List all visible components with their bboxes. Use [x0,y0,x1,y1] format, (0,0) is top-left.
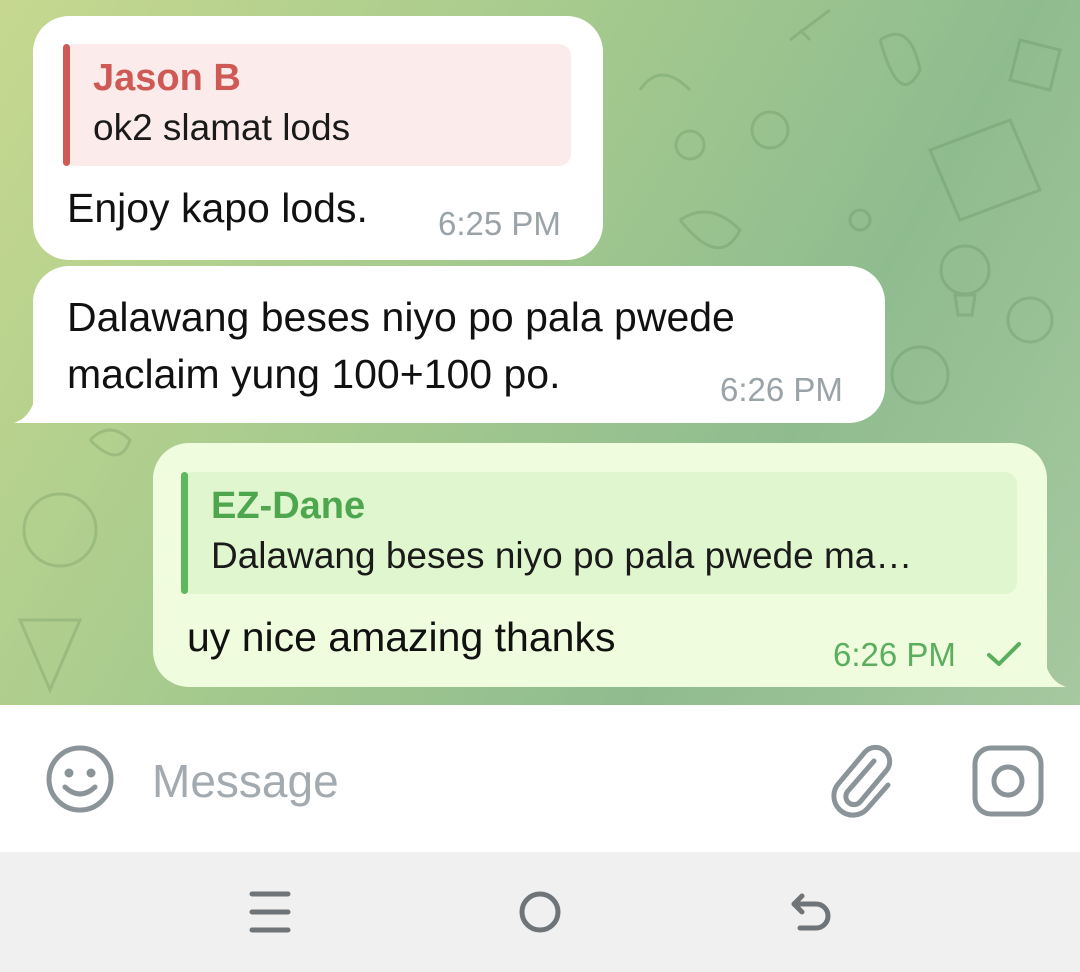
message-text: Enjoy kapo lods. [67,185,368,231]
paperclip-icon[interactable] [828,739,900,823]
system-navigation-bar [0,852,1080,972]
message-input[interactable]: Message [152,753,339,809]
sent-check-icon [987,642,1021,666]
reply-quoted-text: Dalawang beses niyo po pala pwede ma… [211,535,913,576]
message-time: 6:25 PM [438,205,561,242]
bubble-tail [1036,657,1066,687]
telegram-chat-screen: Jason B ok2 slamat lods Enjoy kapo lods.… [0,0,1080,972]
menu-icon[interactable] [248,888,292,936]
home-icon[interactable] [516,888,564,936]
reply-preview[interactable]: Jason B ok2 slamat lods [63,44,571,166]
reply-preview[interactable]: EZ-Dane Dalawang beses niyo po pala pwed… [181,472,1017,594]
bubble-tail [14,393,44,423]
camera-icon[interactable] [970,743,1046,819]
message-text: Dalawang beses niyo po pala pwede maclai… [67,294,735,397]
emoji-icon[interactable] [44,743,116,815]
message-bubble-incoming[interactable]: Dalawang beses niyo po pala pwede maclai… [33,266,885,423]
message-composer: Message [0,705,1080,852]
reply-quoted-text: ok2 slamat lods [93,107,351,148]
chat-history[interactable]: Jason B ok2 slamat lods Enjoy kapo lods.… [0,0,1080,705]
reply-accent-bar [63,44,70,166]
reply-accent-bar [181,472,188,594]
message-time: 6:26 PM [833,636,956,673]
reply-sender-name: EZ-Dane [211,485,366,527]
reply-sender-name: Jason B [93,57,241,99]
message-time: 6:26 PM [720,371,843,408]
back-icon[interactable] [788,888,836,936]
message-text: uy nice amazing thanks [187,614,616,660]
message-bubble-incoming[interactable]: Jason B ok2 slamat lods Enjoy kapo lods.… [33,16,603,260]
message-bubble-outgoing[interactable]: EZ-Dane Dalawang beses niyo po pala pwed… [153,443,1047,687]
